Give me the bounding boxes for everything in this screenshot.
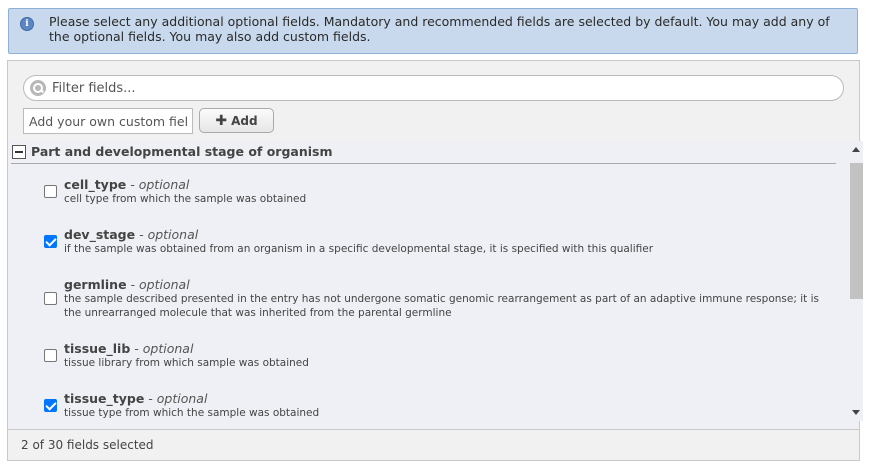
field-description: tissue library from which sample was obt… [64,357,309,369]
add-button[interactable]: ✚ Add [199,108,274,133]
add-button-label: Add [231,114,258,128]
field-name: dev_stage [64,227,136,242]
info-icon: i [20,17,34,31]
filter-input[interactable] [52,79,832,97]
search-icon [30,80,46,96]
group-title: Part and developmental stage of organism [31,144,333,159]
filter-box [23,75,844,101]
field-tag: - optional [135,227,199,242]
field-checkbox[interactable] [44,235,57,248]
field-checkbox[interactable] [44,185,57,198]
plus-icon: ✚ [215,113,228,129]
field-list[interactable]: Part and developmental stage of organism… [8,141,859,429]
field-tag: - optional [126,177,190,192]
field-description: cell type from which the sample was obta… [64,193,307,205]
field-description: tissue type from which the sample was ob… [64,407,320,419]
field-name: tissue_lib [64,341,131,356]
field-name: germline [64,277,127,292]
info-banner: i Please select any additional optional … [8,8,858,54]
scroll-thumb[interactable] [850,163,863,299]
field-description: the sample described presented in the en… [64,293,819,319]
field-checkbox[interactable] [44,399,57,412]
field-name: cell_type [64,177,127,192]
field-checkbox[interactable] [44,349,57,362]
collapse-icon[interactable] [12,145,26,159]
group-header[interactable]: Part and developmental stage of organism [11,143,836,164]
field-selector-panel: ✚Add Part and developmental stage of org… [7,60,863,461]
field-tag: - optional [130,341,194,356]
footer-bar: 2 of 30 fields selected [8,429,859,460]
field-checkbox[interactable] [44,292,57,305]
scroll-down-arrow-icon[interactable] [852,410,860,415]
custom-field-input[interactable] [23,108,193,134]
field-tag: - optional [144,391,208,406]
selection-count: 2 of 30 fields selected [21,438,154,452]
scroll-up-arrow-icon[interactable] [852,147,860,152]
info-text: Please select any additional optional fi… [49,14,830,44]
field-tag: - optional [126,277,190,292]
field-description: if the sample was obtained from an organ… [64,243,654,255]
scrollbar[interactable] [849,141,863,421]
field-name: tissue_type [64,391,145,406]
